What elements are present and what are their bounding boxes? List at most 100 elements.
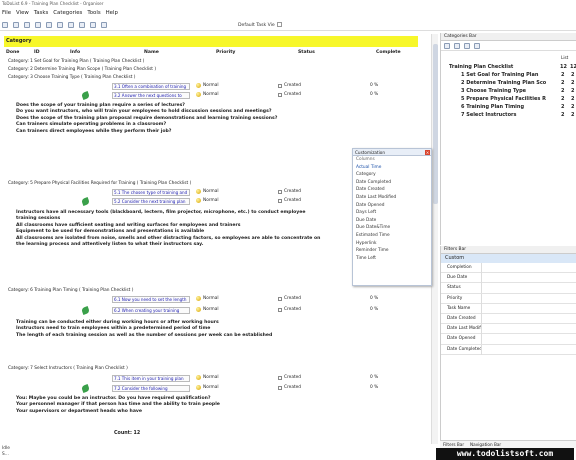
status-checkbox[interactable]	[278, 84, 282, 88]
filter-row[interactable]: Completion	[441, 263, 576, 274]
status-checkbox[interactable]	[278, 308, 282, 312]
open-icon[interactable]	[13, 22, 19, 28]
category-row[interactable]: Category: 5 Prepare Physical Facilities …	[8, 181, 191, 186]
filter-row[interactable]: Date Last Modifi	[441, 324, 576, 335]
custom-column-item[interactable]: Date Created	[353, 186, 431, 194]
filter-row[interactable]: Status	[441, 283, 576, 294]
menu-help[interactable]: Help	[106, 10, 118, 16]
custom-column-item[interactable]: Date Last Modified	[353, 194, 431, 202]
menu-tools[interactable]: Tools	[87, 10, 100, 16]
custom-column-item[interactable]: Actual Time	[353, 164, 431, 172]
col-status[interactable]: Status	[298, 50, 315, 55]
category-count: 2	[571, 88, 575, 94]
filter-row[interactable]: Date Completed	[441, 344, 576, 355]
category-item[interactable]: 7 Select Instructors	[461, 112, 516, 118]
status-checkbox[interactable]	[278, 297, 282, 301]
col-complete[interactable]: Complete	[376, 50, 401, 55]
category-item[interactable]: 6 Training Plan Timing	[461, 104, 524, 110]
status-checkbox[interactable]	[278, 386, 282, 390]
task-name[interactable]: 7.2 Consider the following	[114, 386, 168, 391]
category-row[interactable]: Category: 2 Determine Training Plan Scop…	[8, 67, 156, 72]
category-row[interactable]: Category: 6 Training Plan Timing ( Train…	[8, 288, 133, 293]
col-priority[interactable]: Priority	[216, 50, 235, 55]
custom-column-item[interactable]: Date Opened	[353, 202, 431, 210]
category-row[interactable]: Category: 1 Set Goal for Training Plan (…	[8, 59, 144, 64]
custom-column-item[interactable]: Due Date&Time	[353, 224, 431, 232]
custom-column-item[interactable]: Due Date	[353, 217, 431, 225]
category-count: 12	[560, 64, 567, 70]
col-info[interactable]: Info	[70, 50, 80, 55]
refresh-icon[interactable]	[464, 42, 470, 49]
task-name[interactable]: 7.1 This item in your training plan	[114, 376, 184, 381]
task-name[interactable]: 5.2 Consider the next training plan	[114, 199, 186, 204]
filter-row[interactable]: Priority	[441, 293, 576, 304]
priority-cell[interactable]: Normal	[196, 307, 219, 312]
status-checkbox[interactable]	[278, 376, 282, 380]
custom-filter-selector[interactable]: Custom	[441, 254, 576, 263]
undo-icon[interactable]	[68, 22, 74, 28]
task-name[interactable]: 5.1 The chosen type of training and	[114, 190, 187, 195]
new-task-icon[interactable]	[2, 22, 8, 28]
filter-row[interactable]: Due Date	[441, 273, 576, 284]
custom-column-item[interactable]: Reminder Time	[353, 247, 431, 255]
settings-icon[interactable]	[101, 22, 107, 28]
custom-column-item[interactable]: Category	[353, 171, 431, 179]
col-done[interactable]: Done	[6, 50, 19, 55]
tab-filters-bar[interactable]: Filters Bar	[443, 441, 464, 448]
status-checkbox[interactable]	[278, 199, 282, 203]
category-item[interactable]: 5 Prepare Physical Facilities R	[461, 96, 546, 102]
redo-icon[interactable]	[79, 22, 85, 28]
copy-icon[interactable]	[46, 22, 52, 28]
col-id[interactable]: ID	[34, 50, 40, 55]
custom-column-item[interactable]: Days Left	[353, 209, 431, 217]
paste-icon[interactable]	[57, 22, 63, 28]
menu-categories[interactable]: Categories	[53, 10, 82, 16]
collapse-icon[interactable]	[454, 42, 460, 49]
category-item[interactable]: 1 Set Goal for Training Plan	[461, 72, 538, 78]
status-checkbox[interactable]	[278, 190, 282, 194]
priority-cell[interactable]: Normal	[196, 375, 219, 380]
menu-file[interactable]: File	[2, 10, 11, 16]
tab-navigation-bar[interactable]: Navigation Bar	[470, 441, 501, 448]
save-icon[interactable]	[24, 22, 30, 28]
custom-column-item[interactable]: Date Completed	[353, 179, 431, 187]
custom-column-item[interactable]: Estimated Time	[353, 232, 431, 240]
col-name[interactable]: Name	[144, 50, 159, 55]
priority-cell[interactable]: Normal	[196, 385, 219, 390]
views-selector[interactable]: Default Task Vie	[238, 22, 282, 28]
expand-icon[interactable]	[444, 42, 450, 49]
filter-row[interactable]: Date Created	[441, 313, 576, 325]
filter-row[interactable]: Date Opened	[441, 334, 576, 345]
task-name[interactable]: 6.1 Now you need to set the length	[114, 297, 186, 302]
task-name[interactable]: 3.2 Answer the next questions to	[114, 93, 182, 98]
priority-cell[interactable]: Normal	[196, 83, 219, 88]
task-name[interactable]: 6.2 When creating your training	[114, 308, 179, 313]
menu-tasks[interactable]: Tasks	[34, 10, 48, 16]
category-item[interactable]: 3 Choose Training Type	[461, 88, 526, 94]
custom-column-item[interactable]: Time Left	[353, 255, 431, 263]
status-checkbox[interactable]	[278, 93, 282, 97]
priority-cell[interactable]: Normal	[196, 296, 219, 301]
priority-cell[interactable]: Normal	[196, 92, 219, 97]
options-icon[interactable]	[474, 42, 480, 49]
filter-row[interactable]: Task Name	[441, 303, 576, 314]
scrollbar-thumb[interactable]	[433, 44, 438, 204]
priority-cell[interactable]: Normal	[196, 189, 219, 194]
category-header-band[interactable]: Category	[4, 36, 418, 47]
custom-column-item[interactable]: Hyperlink	[353, 240, 431, 248]
cut-icon[interactable]	[35, 22, 41, 28]
priority-cell[interactable]: Normal	[196, 198, 219, 203]
priority-label: Normal	[203, 307, 219, 312]
task-name[interactable]: 3.1 Often a combination of training	[114, 84, 186, 89]
category-row[interactable]: Category: 3 Choose Training Type ( Train…	[8, 75, 135, 80]
priority-label: Normal	[203, 296, 219, 301]
main-scrollbar[interactable]	[431, 34, 438, 444]
filter-icon[interactable]	[90, 22, 96, 28]
category-item[interactable]: 2 Determine Training Plan Sco	[461, 80, 546, 86]
chevron-down-icon[interactable]	[276, 22, 282, 27]
category-row[interactable]: Category: 7 Select Instructors ( Trainin…	[8, 366, 128, 371]
task-comments: Does the scope of your training plan req…	[16, 103, 278, 134]
category-item[interactable]: Training Plan Checklist	[449, 64, 513, 70]
close-icon[interactable]: ×	[425, 150, 430, 155]
menu-view[interactable]: View	[16, 10, 29, 16]
